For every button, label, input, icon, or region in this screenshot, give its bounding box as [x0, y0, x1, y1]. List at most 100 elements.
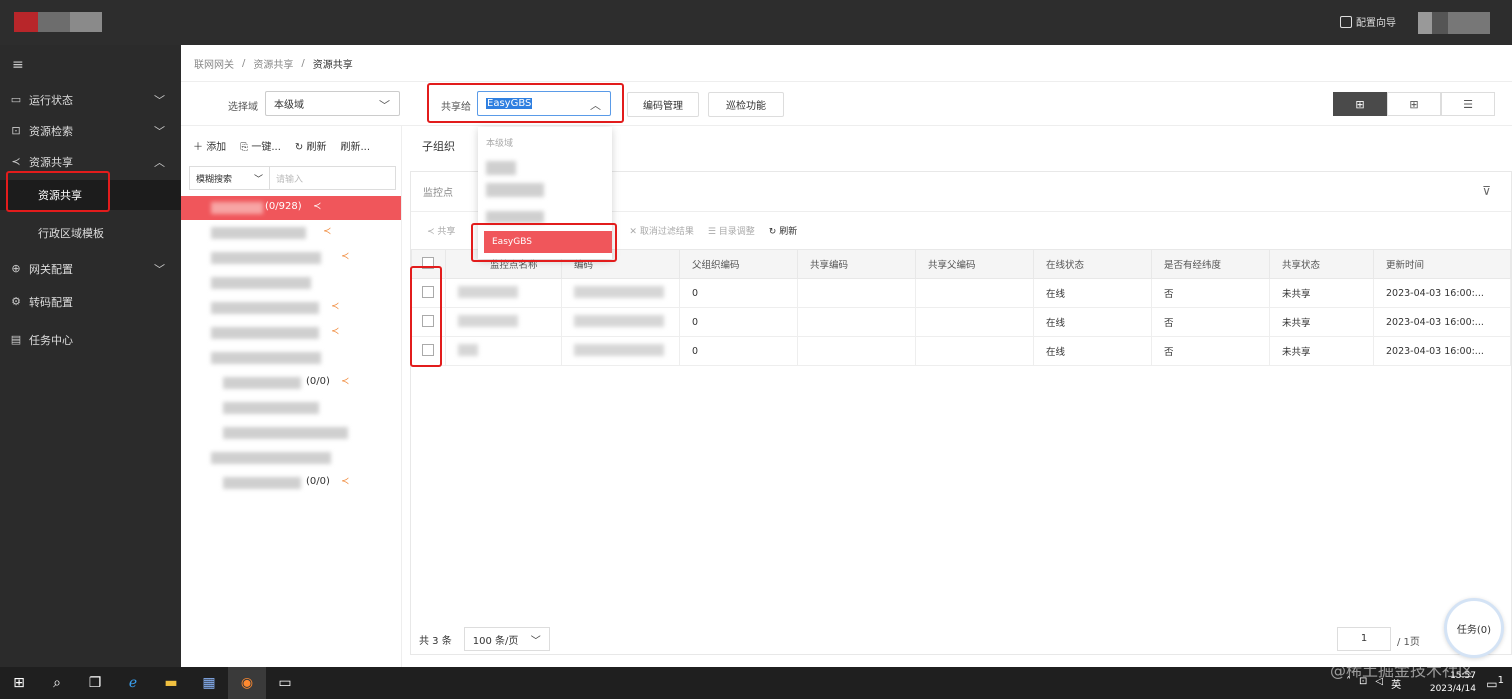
hamburger-menu-icon[interactable]: ≡ — [12, 57, 24, 73]
config-guide-button[interactable]: 配置向导 — [1340, 14, 1396, 29]
guide-icon — [1340, 15, 1352, 28]
share-icon[interactable]: ≺ — [331, 301, 339, 312]
firefox-icon[interactable]: ◉ — [228, 667, 266, 699]
refresh-button[interactable]: ↻ 刷新 — [295, 138, 327, 153]
page-number-input[interactable]: 1 — [1337, 627, 1391, 651]
code-cell — [561, 307, 680, 337]
task-icon: ▤ — [10, 333, 22, 346]
blurred-name — [458, 285, 518, 298]
grid-small-icon[interactable]: ⊞ — [1387, 92, 1441, 116]
share-icon[interactable]: ≺ — [323, 226, 331, 237]
filter-icon[interactable]: ⊽ — [1482, 184, 1491, 198]
dropdown-option[interactable]: 本级域 — [478, 131, 612, 153]
task-view-icon[interactable]: ❐ — [76, 667, 114, 699]
breadcrumb: 联网网关 / 资源共享 / 资源共享 — [181, 45, 1512, 82]
blurred-node-name — [211, 252, 321, 264]
tree-node[interactable] — [181, 271, 401, 295]
list-view-icon[interactable]: ☰ — [1441, 92, 1495, 116]
tree-search-input[interactable]: 请输入 — [270, 167, 303, 189]
windows-start-icon[interactable]: ⊞ — [0, 667, 38, 699]
share-icon[interactable]: ≺ — [341, 251, 349, 262]
sidebar-item-status[interactable]: ▭ 运行状态 ﹀ — [0, 87, 181, 113]
highlight-box — [471, 223, 617, 262]
refresh-action[interactable]: ↻ 刷新 — [769, 224, 797, 237]
domain-select[interactable]: 本级域 ﹀ — [265, 91, 400, 116]
table-row[interactable]: 0 在线 否 未共享 2023-04-03 16:00:... — [411, 307, 1511, 337]
share-icon[interactable]: ≺ — [331, 326, 339, 337]
blurred-name — [458, 314, 518, 327]
tab-sub-org[interactable]: 子组织 — [422, 138, 455, 154]
page-size-select[interactable]: 100 条/页 ﹀ — [463, 627, 550, 651]
patrol-function-button[interactable]: 巡检功能 — [708, 92, 784, 117]
tree-node[interactable]: (0/0) ≺ — [181, 371, 401, 395]
one-click-button[interactable]: ⎘ 一键... — [240, 138, 281, 153]
search-icon[interactable]: ⌕ — [38, 667, 76, 699]
tree-node[interactable]: ≺ — [181, 296, 401, 320]
terminal-icon[interactable]: ▭ — [266, 667, 304, 699]
ie-browser-icon[interactable]: ℯ — [114, 667, 152, 699]
sidebar-subitem-region-template[interactable]: 行政区域模板 — [0, 218, 181, 248]
share-action[interactable]: ≺ 共享 — [427, 224, 455, 237]
col-header[interactable]: 更新时间 — [1373, 249, 1511, 279]
sidebar-item-resource-search[interactable]: ⊡ 资源检索 ﹀ — [0, 118, 181, 144]
tree-node[interactable]: (0/0) ≺ — [181, 471, 401, 495]
breadcrumb-item[interactable]: 资源共享 — [253, 56, 293, 71]
col-header[interactable]: 共享状态 — [1269, 249, 1374, 279]
total-count: 共 3 条 — [419, 635, 452, 647]
tree-node[interactable] — [181, 396, 401, 420]
windows-taskbar: ⊞ ⌕ ❐ ℯ ▬ ▦ ◉ ▭ ˄ ⊡ ◁ 英 15:57 2023/4/14 … — [0, 667, 1512, 699]
chevron-down-icon: ﹀ — [530, 636, 541, 647]
code-management-button[interactable]: 编码管理 — [627, 92, 699, 117]
col-header[interactable]: 是否有经纬度 — [1151, 249, 1270, 279]
grid-large-icon[interactable]: ⊞ — [1333, 92, 1387, 116]
breadcrumb-item[interactable]: 联网网关 — [194, 56, 234, 71]
blurred-code — [574, 314, 664, 327]
tree-node[interactable]: ≺ — [181, 321, 401, 345]
refresh-action-label: 刷新 — [779, 227, 798, 237]
tree-node[interactable]: ≺ — [181, 221, 401, 245]
monitor-icon: ▭ — [10, 93, 22, 106]
blurred-option[interactable] — [486, 211, 544, 223]
name-cell — [445, 307, 562, 337]
col-header[interactable]: 共享编码 — [797, 249, 916, 279]
add-button[interactable]: ＋ 添加 — [193, 138, 226, 153]
share-parent-code-cell — [915, 278, 1034, 308]
server-manager-icon[interactable]: ▦ — [190, 667, 228, 699]
table-row[interactable]: 0 在线 否 未共享 2023-04-03 16:00:... — [411, 278, 1511, 308]
sidebar: ≡ ▭ 运行状态 ﹀ ⊡ 资源检索 ﹀ ≺ 资源共享 ︿ 资源共享 行政区域模板… — [0, 45, 181, 667]
blurred-node-name — [223, 477, 301, 489]
sidebar-item-task-center[interactable]: ▤ 任务中心 — [0, 327, 181, 353]
sidebar-item-transcode-config[interactable]: ⚙ 转码配置 — [0, 289, 181, 315]
tree-node[interactable] — [181, 446, 401, 470]
tree-node[interactable]: ≺ — [181, 246, 401, 270]
user-avatar[interactable] — [1418, 12, 1490, 34]
blurred-node-name — [211, 202, 263, 214]
sidebar-item-label: 转码配置 — [29, 296, 73, 309]
col-header[interactable]: 父组织编码 — [679, 249, 798, 279]
notification-icon[interactable]: ▭1 — [1486, 675, 1504, 691]
blurred-node-name — [211, 302, 319, 314]
chevron-down-icon: ﹀ — [154, 263, 165, 276]
refresh-more-button[interactable]: 刷新... — [340, 138, 370, 153]
clear-filter-action[interactable]: ✕ 取消过滤结果 — [629, 224, 693, 237]
table-row[interactable]: 0 在线 否 未共享 2023-04-03 16:00:... — [411, 336, 1511, 366]
updated-cell: 2023-04-03 16:00:... — [1373, 278, 1511, 308]
file-explorer-icon[interactable]: ▬ — [152, 667, 190, 699]
share-icon[interactable]: ≺ — [313, 201, 321, 212]
tree-node[interactable]: (0/928) ≺ — [181, 196, 401, 220]
blurred-node-name — [211, 327, 319, 339]
dir-adjust-action[interactable]: ☰ 目录调整 — [708, 224, 755, 237]
share-icon[interactable]: ≺ — [341, 376, 349, 387]
pagination: 共 3 条 100 条/页 ﹀ 1 / 1页 — [411, 622, 1511, 656]
tree-node[interactable] — [181, 346, 401, 370]
blurred-option[interactable] — [486, 161, 516, 175]
col-header[interactable]: 在线状态 — [1033, 249, 1152, 279]
task-float-button[interactable]: 任务(0) — [1444, 598, 1504, 658]
search-mode-select[interactable]: 模糊搜索 ﹀ — [190, 167, 270, 189]
sidebar-item-gateway-config[interactable]: ⊕ 网关配置 ﹀ — [0, 256, 181, 282]
blurred-option[interactable] — [486, 183, 544, 197]
col-header[interactable]: 共享父编码 — [915, 249, 1034, 279]
share-icon[interactable]: ≺ — [341, 476, 349, 487]
chevron-down-icon: ﹀ — [379, 99, 390, 112]
tree-node[interactable] — [181, 421, 401, 445]
